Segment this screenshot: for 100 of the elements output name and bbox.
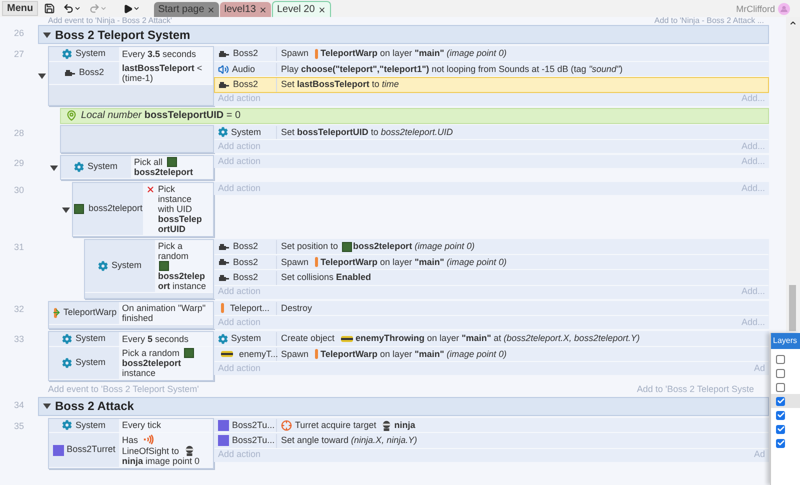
action-cell[interactable]: Spawn TeleportWarp on layer "main" (image point 0) bbox=[277, 348, 768, 361]
expand-triangle-icon[interactable] bbox=[50, 164, 58, 172]
group-header[interactable]: Boss 2 Attack bbox=[38, 396, 769, 416]
action-object[interactable]: Boss2 bbox=[215, 271, 277, 284]
close-icon[interactable] bbox=[258, 6, 267, 14]
condition-cell[interactable]: Pick a random boss2teleport instance bbox=[155, 240, 213, 292]
tab[interactable]: level13 bbox=[220, 2, 271, 17]
condition-block[interactable]: System Pick all boss2teleport bbox=[60, 155, 214, 180]
tank-icon bbox=[218, 258, 230, 266]
bar-icon bbox=[221, 303, 224, 314]
condition-cell[interactable]: lastBossTeleport < (time-1) bbox=[119, 62, 213, 84]
condition-cell[interactable]: On animation "Warp" finished bbox=[119, 302, 213, 324]
object-name: Boss2Turret bbox=[66, 443, 116, 456]
action-text: Spawn bbox=[281, 348, 309, 360]
action-object[interactable]: System bbox=[215, 126, 277, 139]
tank-icon bbox=[218, 50, 230, 58]
action-cell[interactable]: Spawn TeleportWarp on layer "main" (image point 0) bbox=[277, 47, 768, 60]
gear-icon bbox=[62, 334, 72, 344]
action-cell[interactable]: Turret acquire target ninja bbox=[277, 418, 768, 432]
expand-triangle-icon[interactable] bbox=[38, 72, 46, 80]
close-icon[interactable] bbox=[318, 6, 326, 14]
action-object[interactable]: Boss2Tu... bbox=[215, 434, 277, 448]
action-row[interactable]: Boss2 Set position to boss2teleport (image point 0) bbox=[214, 239, 769, 254]
tank-icon bbox=[218, 242, 230, 251]
action-object[interactable]: Boss2 bbox=[215, 256, 277, 269]
action-cell[interactable]: Create object enemyThrowing on layer "main" at (boss2teleport.X, boss2teleport.Y) bbox=[277, 332, 768, 346]
action-row[interactable]: Boss2 Spawn TeleportWarp on layer "main" (image point 0) bbox=[214, 46, 769, 62]
menu-button[interactable]: Menu bbox=[2, 1, 38, 16]
square-icon bbox=[159, 261, 169, 271]
action-row[interactable]: Teleport... Destroy bbox=[214, 300, 769, 316]
condition-cell[interactable]: Every tick bbox=[119, 418, 213, 432]
action-cell[interactable]: Set lastBossTeleport to time bbox=[277, 78, 768, 92]
action-row[interactable]: Boss2Tu... Set angle toward (ninja.X, ninja.Y) bbox=[214, 433, 769, 448]
action-cell[interactable]: Destroy bbox=[277, 302, 768, 315]
layer-checkbox[interactable] bbox=[776, 382, 785, 392]
object-name: boss2teleport bbox=[88, 202, 143, 216]
action-row[interactable]: Audio Play choose("teleport","teleport1") not looping from Sounds at -15 dB (tag "sound") bbox=[214, 62, 769, 77]
action-row[interactable]: Boss2 Spawn TeleportWarp on layer "main" (image point 0) bbox=[214, 254, 769, 270]
action-object[interactable]: Teleport... bbox=[215, 302, 277, 315]
condition-text: boss2teleport instance bbox=[122, 358, 182, 378]
gear-icon bbox=[218, 127, 228, 138]
gear-icon bbox=[218, 334, 228, 344]
action-object[interactable]: Audio bbox=[215, 62, 277, 76]
condition-cell[interactable]: Every 5 seconds bbox=[119, 332, 213, 346]
condition-block[interactable]: System Every tick Boss2Turret Has LineOfSight to ninja image point 0 bbox=[48, 418, 214, 469]
object-name: System bbox=[75, 356, 106, 369]
condition-block[interactable]: System Every 3.5 seconds Boss2 lastBossTeleport < (time-1) bbox=[48, 46, 214, 106]
action-object[interactable]: Boss2Tu... bbox=[215, 418, 277, 432]
local-variable[interactable]: Local number bossTeleportUID = 0 bbox=[60, 108, 769, 124]
action-row[interactable]: enemyT... Spawn TeleportWarp on layer "main" (image point 0) bbox=[214, 346, 769, 362]
condition-cell[interactable]: Pick a random boss2teleport instance bbox=[119, 346, 213, 378]
action-row[interactable]: Boss2 Set lastBossTeleport to time bbox=[214, 77, 769, 92]
tab[interactable]: Start page bbox=[154, 2, 220, 17]
action-text: enemyThrowing on layer "main" at (boss2teleport.X, boss2teleport.Y) bbox=[356, 333, 640, 344]
scrollbar-thumb[interactable] bbox=[789, 285, 796, 331]
expand-triangle-icon[interactable] bbox=[43, 30, 51, 38]
condition-text: Pick a random bbox=[122, 348, 180, 358]
tab[interactable]: Level 20 bbox=[272, 1, 331, 17]
action-object[interactable]: System bbox=[215, 332, 277, 346]
condition-cell[interactable]: Has LineOfSight to ninja image point 0 bbox=[119, 433, 213, 467]
action-object[interactable]: Boss2 bbox=[215, 240, 277, 254]
action-row[interactable]: System Create object enemyThrowing on layer "main" at (boss2teleport.X, boss2teleport.Y) bbox=[214, 331, 769, 346]
condition-cell[interactable]: Pick instance with UID bossTeleportUID bbox=[143, 183, 213, 235]
action-cell[interactable]: Set angle toward (ninja.X, ninja.Y) bbox=[277, 434, 768, 448]
object-name: Boss2 bbox=[233, 256, 258, 268]
layer-checkbox[interactable] bbox=[776, 438, 785, 448]
action-text: Set collisions Enabled bbox=[281, 272, 372, 284]
expand-triangle-icon[interactable] bbox=[62, 206, 70, 214]
action-object[interactable]: Boss2 bbox=[215, 47, 277, 60]
action-row[interactable]: Boss2Tu... Turret acquire target ninja bbox=[214, 418, 769, 433]
layer-checkbox[interactable] bbox=[776, 354, 785, 364]
object-name: Boss2Tu... bbox=[232, 418, 275, 432]
condition-block[interactable]: boss2teleport Pick instance with UID bossTeleportUID bbox=[72, 182, 214, 237]
action-cell[interactable]: Set collisions Enabled bbox=[277, 271, 768, 284]
action-text: Destroy bbox=[281, 302, 312, 314]
layer-checkbox[interactable] bbox=[776, 410, 785, 420]
expand-triangle-icon[interactable] bbox=[43, 402, 51, 410]
action-cell[interactable]: Play choose("teleport","teleport1") not looping from Sounds at -15 dB (tag "sound") bbox=[277, 62, 768, 76]
layer-checkbox[interactable] bbox=[776, 396, 785, 406]
scrollbar[interactable] bbox=[786, 17, 800, 332]
condition-block[interactable]: System Pick a random boss2teleport instance bbox=[84, 239, 214, 298]
layer-checkbox[interactable] bbox=[776, 368, 785, 378]
layer-row[interactable] bbox=[771, 394, 800, 408]
group-header[interactable]: Boss 2 Teleport System bbox=[38, 25, 769, 44]
scroll-up-icon[interactable] bbox=[789, 19, 797, 27]
action-cell[interactable]: Set position to boss2teleport (image point 0) bbox=[277, 240, 768, 254]
layer-checkbox[interactable] bbox=[776, 424, 785, 434]
tank-icon bbox=[64, 68, 76, 76]
action-object[interactable]: Boss2 bbox=[215, 78, 277, 92]
action-text: TeleportWarp on layer "main" (image point 0) bbox=[320, 348, 507, 360]
action-row[interactable]: System Set bossTeleportUID to boss2teleport.UID bbox=[214, 124, 769, 140]
action-object[interactable]: enemyT... bbox=[215, 348, 277, 361]
action-row[interactable]: Boss2 Set collisions Enabled bbox=[214, 270, 769, 286]
caret-icon bbox=[133, 5, 140, 12]
action-cell[interactable]: Set bossTeleportUID to boss2teleport.UID bbox=[277, 126, 768, 139]
condition-text: Pick all bbox=[134, 157, 163, 167]
condition-cell[interactable]: Pick all boss2teleport bbox=[131, 156, 213, 178]
condition-block[interactable]: System Every 5 seconds System Pick a random boss2teleport instance bbox=[48, 331, 214, 380]
condition-cell[interactable]: Every 3.5 seconds bbox=[119, 47, 213, 60]
action-cell[interactable]: Spawn TeleportWarp on layer "main" (image point 0) bbox=[277, 256, 768, 269]
